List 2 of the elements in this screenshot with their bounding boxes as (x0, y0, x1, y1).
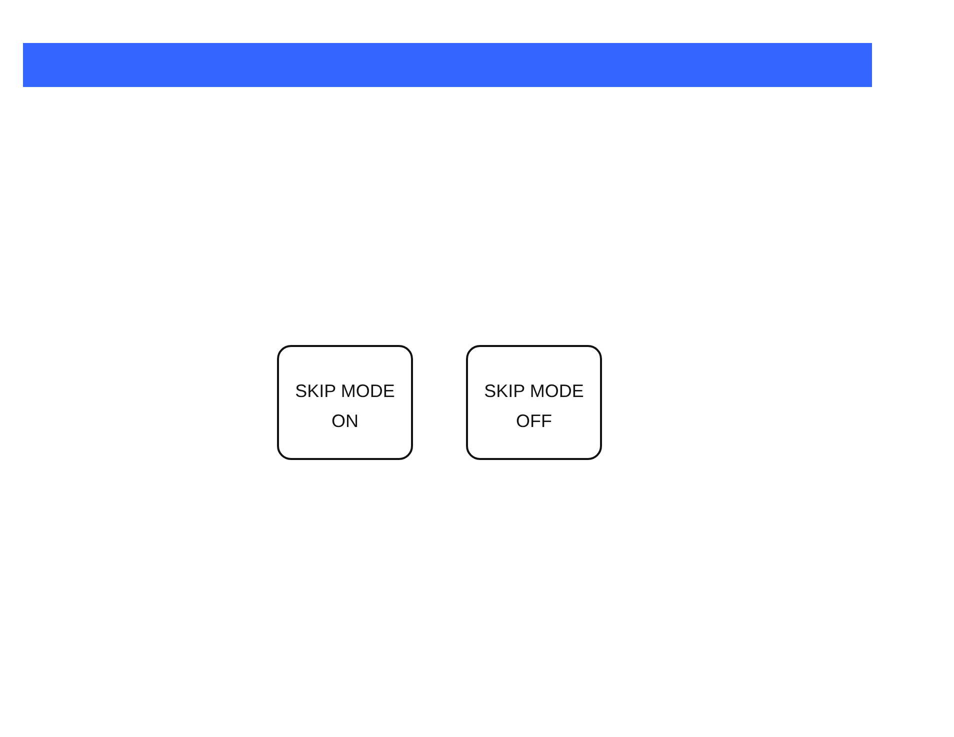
skip-mode-button[interactable]: SKIP MODE ON (277, 345, 413, 460)
skip-mode-button[interactable]: SKIP MODE OFF (466, 345, 602, 460)
